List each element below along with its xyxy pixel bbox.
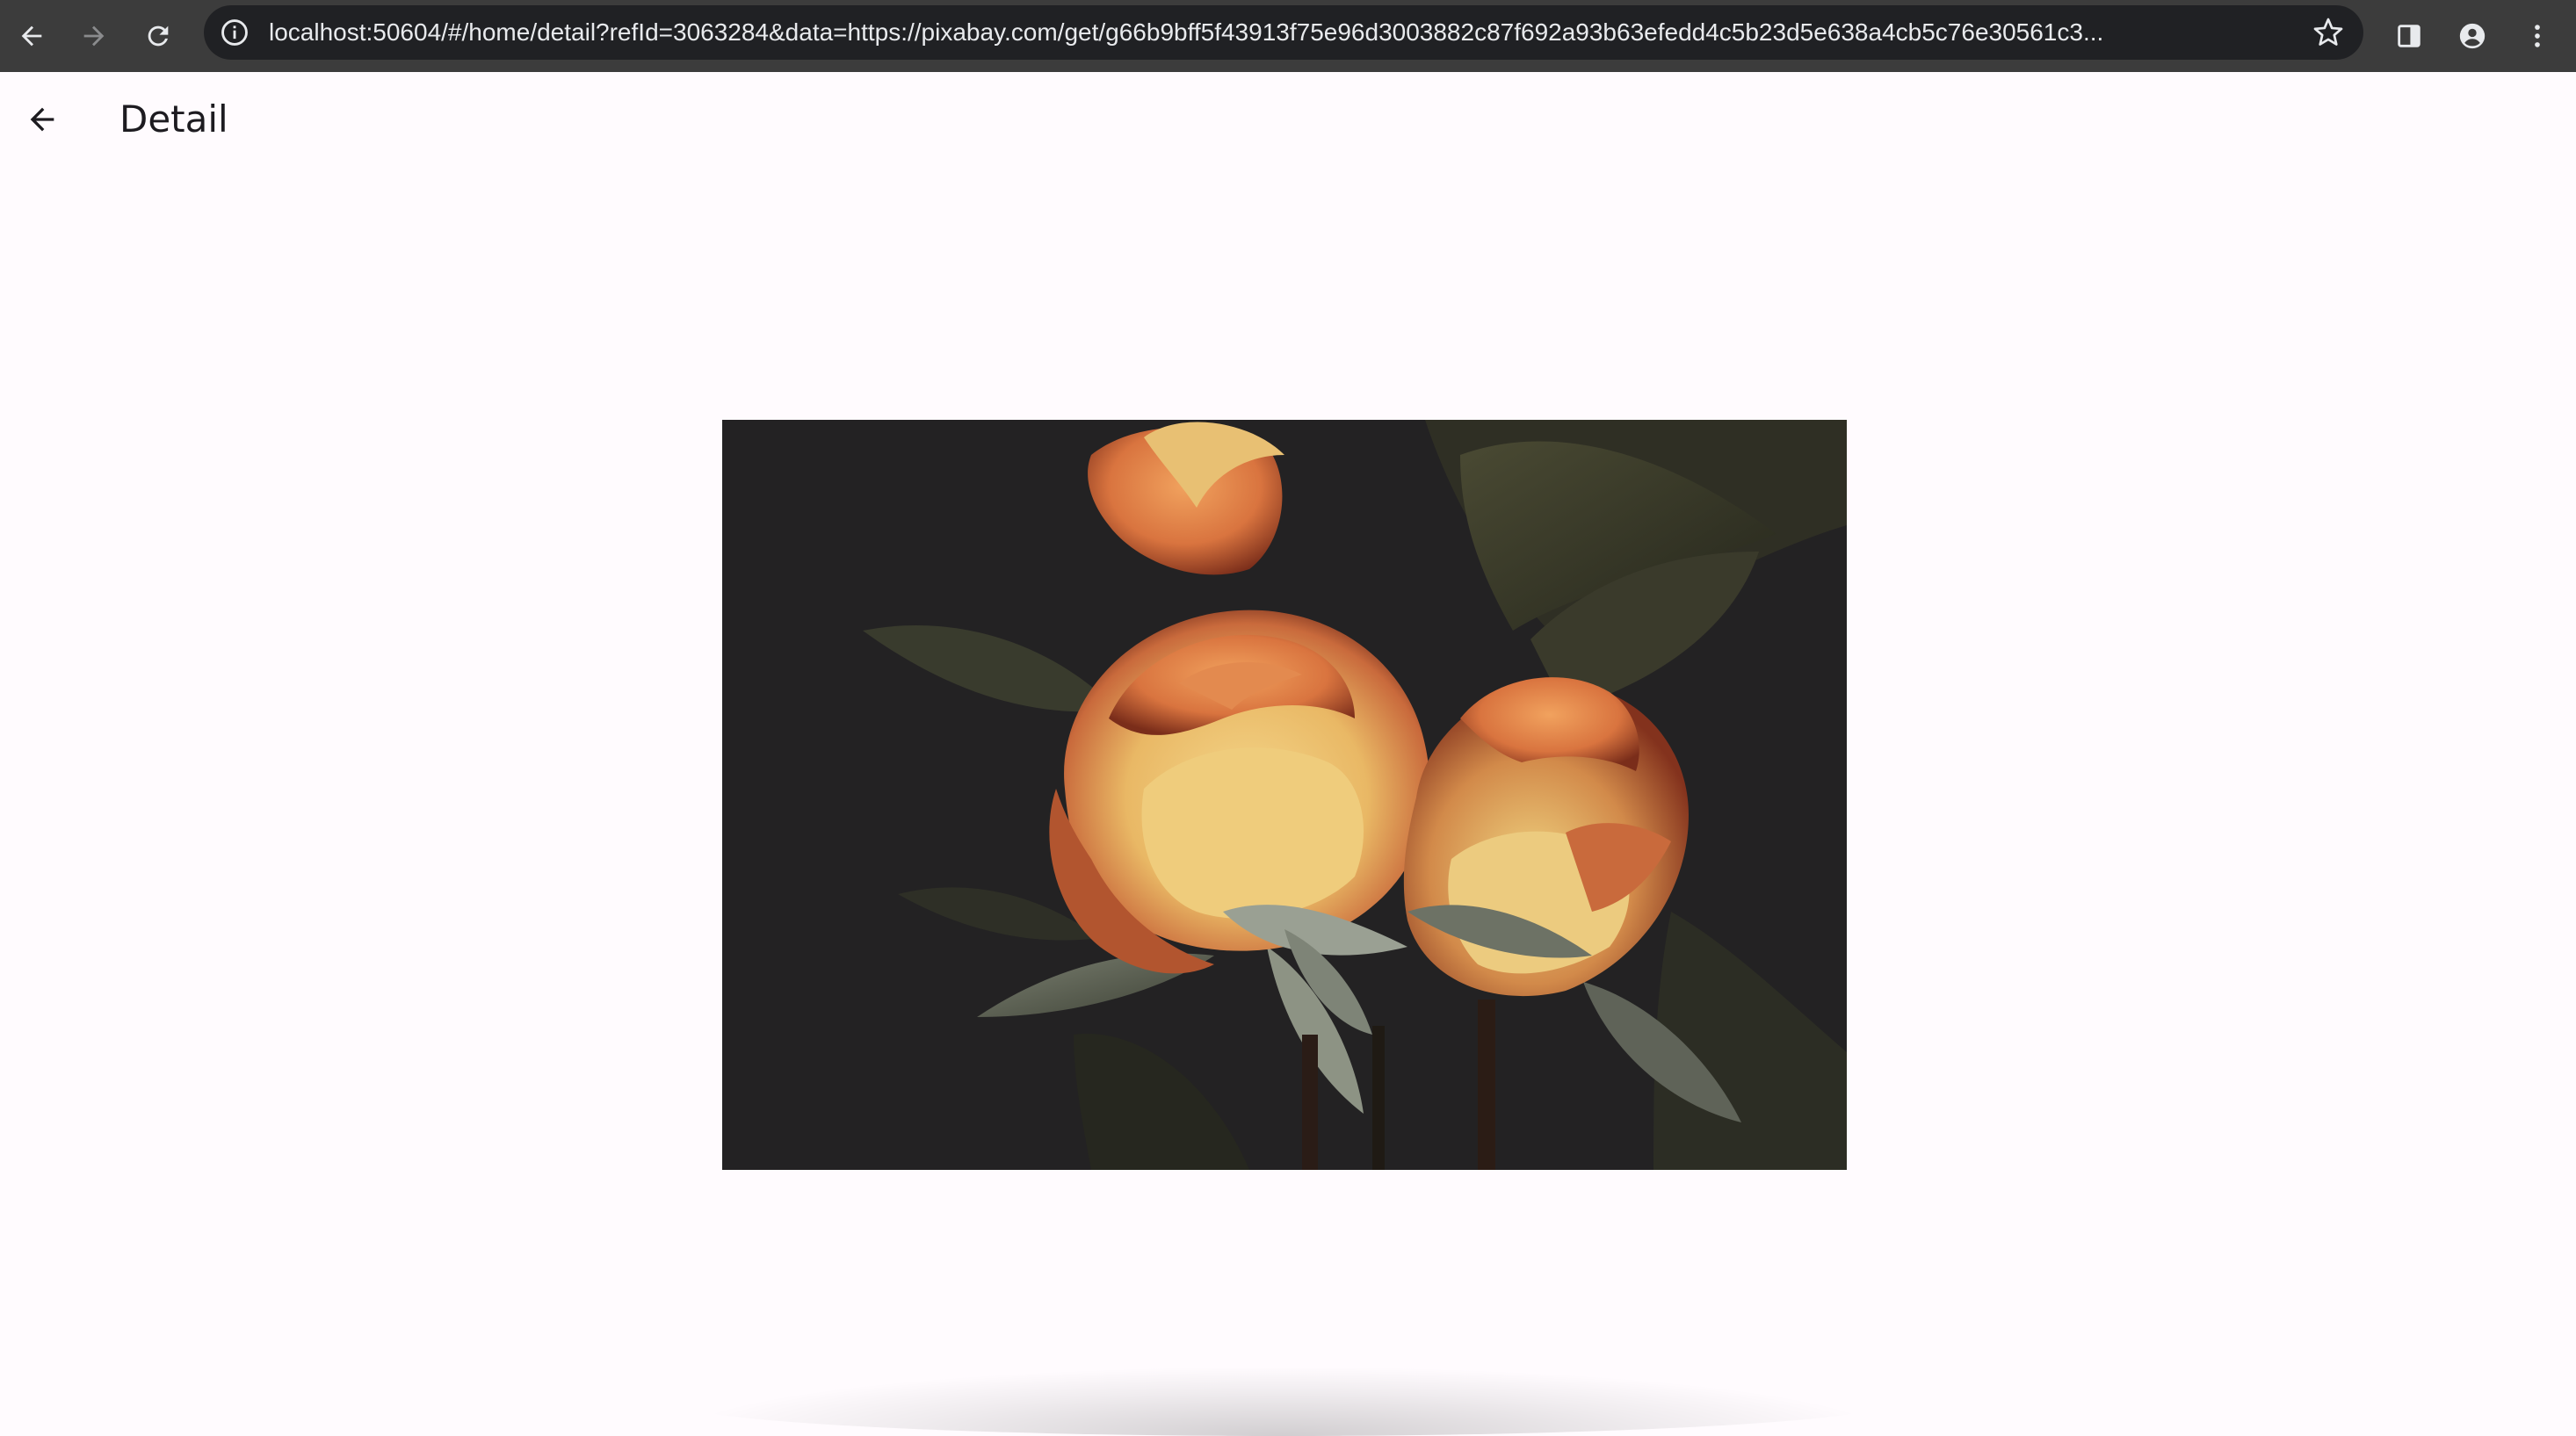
address-bar[interactable]: localhost:50604/#/home/detail?refId=3063…: [204, 5, 2363, 60]
address-url-text[interactable]: localhost:50604/#/home/detail?refId=3063…: [269, 5, 2228, 60]
detail-image: [722, 420, 1847, 1170]
browser-toolbar: localhost:50604/#/home/detail?refId=3063…: [0, 0, 2576, 72]
back-arrow-icon: [21, 25, 42, 47]
info-icon[interactable]: [218, 16, 251, 49]
browser-forward-button[interactable]: [69, 11, 119, 61]
browser-reload-button[interactable]: [134, 11, 183, 61]
roses-photo: [722, 420, 1847, 1170]
page-title: Detail: [119, 97, 228, 141]
arrow-left-icon: [30, 107, 54, 132]
side-panel-button[interactable]: [2384, 11, 2434, 61]
star-icon[interactable]: [2312, 17, 2344, 48]
kebab-menu-icon: [2535, 25, 2540, 47]
forward-arrow-icon: [83, 25, 105, 47]
reload-icon: [148, 25, 169, 47]
back-button[interactable]: [14, 91, 70, 148]
profile-button[interactable]: [2448, 11, 2497, 61]
profile-icon: [2459, 23, 2486, 49]
bottom-sheet-shadow: [668, 1366, 1898, 1436]
browser-back-button[interactable]: [7, 11, 56, 61]
app-bar: Detail: [0, 72, 2576, 169]
side-panel-icon: [2398, 25, 2420, 47]
browser-menu-button[interactable]: [2513, 11, 2562, 61]
